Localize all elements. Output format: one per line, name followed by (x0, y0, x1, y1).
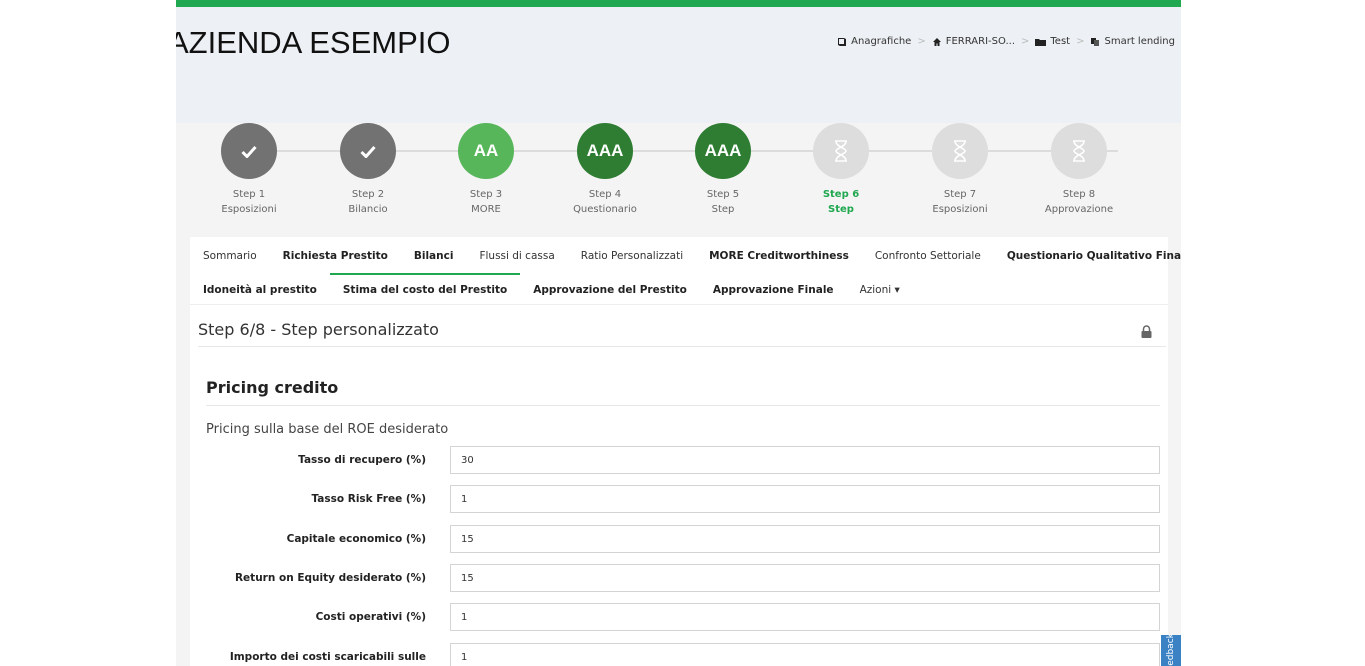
hourglass-icon (954, 140, 966, 162)
step-circle (221, 123, 277, 179)
field-label: Tasso di recupero (%) (298, 454, 426, 466)
breadcrumb-item-company[interactable]: FERRARI-SO... (932, 36, 1015, 47)
top-accent-bar (176, 0, 1181, 7)
page-header: AZIENDA ESEMPIO Anagrafiche > FERRARI-SO… (176, 7, 1181, 123)
divider (198, 346, 1166, 347)
step-6[interactable]: Step 6 Step (781, 123, 901, 217)
main-card: Sommario Richiesta Prestito Bilanci Flus… (190, 237, 1181, 666)
tab-stima-costo-prestito[interactable]: Stima del costo del Prestito (329, 273, 521, 307)
app-frame: AZIENDA ESEMPIO Anagrafiche > FERRARI-SO… (176, 0, 1181, 666)
capitale-economico-input[interactable] (450, 525, 1160, 553)
step-2[interactable]: Step 2 Bilancio (308, 123, 428, 217)
tab-approvazione-finale[interactable]: Approvazione Finale (700, 273, 847, 307)
section-subtitle: Pricing sulla base del ROE desiderato (206, 422, 449, 437)
tab-ratio-personalizzati[interactable]: Ratio Personalizzati (568, 239, 696, 273)
field-label: Return on Equity desiderato (%) (234, 572, 426, 584)
breadcrumb: Anagrafiche > FERRARI-SO... > Test > Sma… (837, 36, 1175, 47)
field-costi-operativi: Costi operativi (%) (190, 603, 1168, 631)
book-icon (838, 37, 847, 46)
hourglass-icon (835, 140, 847, 162)
step-3[interactable]: AA Step 3 MORE (426, 123, 546, 217)
breadcrumb-item-test[interactable]: Test (1035, 36, 1070, 47)
tab-questionario-qualitativo[interactable]: Questionario Qualitativo Finanziario (994, 239, 1181, 273)
roe-desiderato-input[interactable] (450, 564, 1160, 592)
hourglass-icon (1073, 140, 1085, 162)
step-circle (932, 123, 988, 179)
costi-operativi-input[interactable] (450, 603, 1160, 631)
lock-icon (1141, 325, 1152, 338)
tabs-row-1: Sommario Richiesta Prestito Bilanci Flus… (190, 239, 1181, 273)
home-icon (932, 37, 941, 46)
field-label: Capitale economico (%) (286, 533, 426, 545)
step-4[interactable]: AAA Step 4 Questionario (545, 123, 665, 217)
tab-richiesta-prestito[interactable]: Richiesta Prestito (270, 239, 401, 273)
breadcrumb-item-smart-lending[interactable]: Smart lending (1090, 36, 1175, 47)
step-title: Step 6/8 - Step personalizzato (198, 320, 439, 339)
stepper: Step 1 Esposizioni Step 2 Bilancio AA Step… (176, 123, 1181, 235)
step-5[interactable]: AAA Step 5 Step (663, 123, 783, 217)
field-label: Costi operativi (%) (315, 611, 426, 623)
tab-idoneita-prestito[interactable]: Idoneità al prestito (190, 273, 330, 307)
check-icon (360, 145, 376, 158)
tab-sommario[interactable]: Sommario (190, 239, 270, 273)
field-importo-costi: Importo dei costi scaricabili sulle (190, 643, 1168, 666)
step-1[interactable]: Step 1 Esposizioni (189, 123, 309, 217)
rating-badge: AAA (695, 123, 751, 179)
tab-azioni-dropdown[interactable]: Azioni ▾ (847, 273, 913, 307)
rating-badge: AA (458, 123, 514, 179)
tasso-risk-free-input[interactable] (450, 485, 1160, 513)
copy-icon (1091, 37, 1100, 46)
step-7[interactable]: Step 7 Esposizioni (900, 123, 1020, 217)
tabs-row-2: Idoneità al prestito Stima del costo del… (190, 273, 913, 307)
tab-flussi-di-cassa[interactable]: Flussi di cassa (466, 239, 567, 273)
tab-approvazione-prestito[interactable]: Approvazione del Prestito (520, 273, 700, 307)
field-capitale-economico: Capitale economico (%) (190, 525, 1168, 553)
step-circle (813, 123, 869, 179)
section-title: Pricing credito (206, 378, 339, 397)
field-tasso-recupero: Tasso di recupero (%) (190, 446, 1168, 474)
divider (206, 405, 1160, 406)
breadcrumb-item-anagrafiche[interactable]: Anagrafiche (837, 36, 911, 47)
tab-confronto-settoriale[interactable]: Confronto Settoriale (862, 239, 994, 273)
importo-costi-input[interactable] (450, 643, 1160, 666)
check-icon (241, 145, 257, 158)
tab-more-creditworthiness[interactable]: MORE Creditworthiness (696, 239, 862, 273)
step-circle (340, 123, 396, 179)
step-8[interactable]: Step 8 Approvazione (1019, 123, 1139, 217)
field-label: Importo dei costi scaricabili sulle (229, 651, 426, 663)
field-roe-desiderato: Return on Equity desiderato (%) (190, 564, 1168, 592)
tasso-recupero-input[interactable] (450, 446, 1160, 474)
field-tasso-risk-free: Tasso Risk Free (%) (190, 485, 1168, 513)
folder-icon (1035, 38, 1047, 46)
field-label: Tasso Risk Free (%) (311, 493, 426, 505)
rating-badge: AAA (577, 123, 633, 179)
tab-bilanci[interactable]: Bilanci (401, 239, 467, 273)
step-circle (1051, 123, 1107, 179)
company-name: AZIENDA ESEMPIO (176, 25, 451, 60)
feedback-tab[interactable]: Feedback (1161, 634, 1181, 666)
